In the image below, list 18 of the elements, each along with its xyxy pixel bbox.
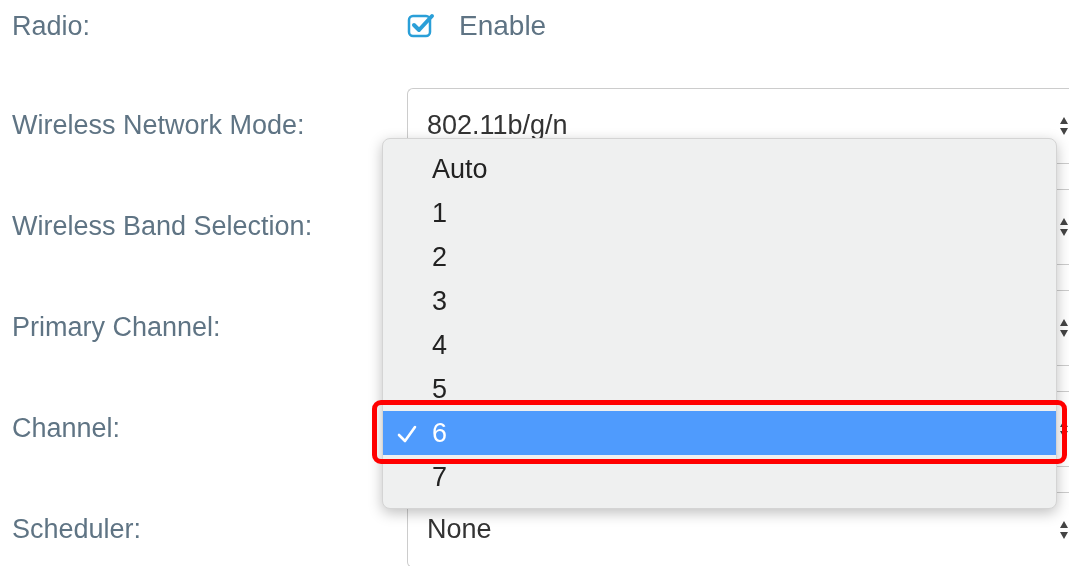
field-label: Primary Channel: bbox=[11, 312, 222, 343]
field-label: Wireless Network Mode: bbox=[11, 110, 306, 141]
field-label: Radio: bbox=[11, 9, 92, 43]
checkbox[interactable] bbox=[407, 13, 435, 39]
field-label: Wireless Band Selection: bbox=[11, 211, 314, 242]
dropdown-option[interactable]: 1 bbox=[383, 191, 1056, 235]
stepper-arrows-icon bbox=[1059, 115, 1069, 136]
checkmark-icon bbox=[397, 424, 417, 444]
stepper-arrows-icon bbox=[1059, 519, 1069, 540]
dropdown-option[interactable]: 3 bbox=[383, 279, 1056, 323]
field-label: Scheduler: bbox=[11, 514, 143, 545]
field-label: Channel: bbox=[11, 413, 122, 444]
stepper-arrows-icon bbox=[1059, 216, 1069, 237]
dropdown-option[interactable]: 4 bbox=[383, 323, 1056, 367]
dropdown-option[interactable]: 2 bbox=[383, 235, 1056, 279]
stepper-arrows-icon bbox=[1059, 317, 1069, 338]
checkbox-label: Enable bbox=[459, 10, 547, 42]
dropdown-option[interactable]: 5 bbox=[383, 367, 1056, 411]
